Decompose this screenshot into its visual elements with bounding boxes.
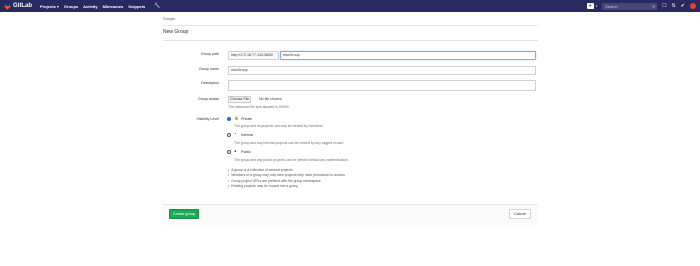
lock-icon: 🔒 (234, 115, 239, 120)
radio-private[interactable] (227, 117, 231, 121)
radio-internal[interactable] (227, 133, 231, 137)
top-navbar: GitLab Projects ▾ Groups Activity Milest… (0, 0, 700, 12)
avatar[interactable] (690, 3, 696, 9)
description-textarea[interactable] (228, 80, 536, 91)
group-path-label: Group path (201, 52, 219, 56)
nav-projects[interactable]: Projects ▾ (40, 4, 59, 9)
gitlab-logo-icon (4, 3, 11, 10)
visibility-internal-title: Internal (241, 133, 253, 137)
visibility-label: Visibility Level (196, 117, 219, 121)
no-file-text: No file chosen (259, 97, 282, 101)
nav-activity[interactable]: Activity (83, 4, 97, 9)
group-path-prefix: http://172.18.77.143:3800/ (228, 51, 279, 60)
nav-groups[interactable]: Groups (64, 4, 78, 9)
description-label: Description (201, 81, 219, 85)
breadcrumb[interactable]: Groups (163, 17, 175, 21)
divider (163, 40, 538, 41)
brand-name: GitLab (13, 3, 32, 9)
merge-request-icon[interactable]: ⇅ (672, 3, 676, 9)
create-group-button[interactable]: Create group (169, 209, 199, 219)
gitlab-logo[interactable]: GitLab (4, 3, 32, 10)
issues-icon[interactable]: ☐ (662, 3, 666, 9)
visibility-public-desc: The group and any public projects can be… (234, 158, 349, 162)
visibility-public-title: Public (241, 150, 251, 154)
divider (163, 25, 538, 26)
nav-milestones[interactable]: Milestones (103, 4, 124, 9)
shield-icon: ◔ (234, 131, 237, 136)
group-notes-list: A group is a collection of several proje… (228, 168, 345, 189)
cancel-button[interactable]: Cancel (509, 209, 531, 219)
list-item: Members of a group may only view project… (228, 173, 345, 178)
admin-wrench-icon[interactable]: 🔧 (154, 3, 160, 9)
search-input[interactable]: Search ⚲ (602, 2, 658, 10)
visibility-private-title: Private (241, 117, 253, 121)
search-icon: ⚲ (652, 3, 656, 9)
choose-file-button[interactable]: Choose File (228, 96, 252, 103)
new-plus-icon[interactable]: + (586, 3, 594, 9)
chevron-down-icon[interactable]: ▾ (596, 4, 598, 8)
group-path-input[interactable]: newGroup (280, 51, 536, 60)
group-name-input[interactable]: newGroup (228, 66, 536, 75)
nav-snippets[interactable]: Snippets (128, 4, 145, 9)
list-item: Existing projects may be moved into a gr… (228, 184, 345, 189)
avatar-label: Group avatar (198, 97, 219, 101)
avatar-help-text: The maximum file size allowed is 200KB. (228, 105, 290, 109)
visibility-internal-desc: The group and any internal projects can … (234, 141, 344, 145)
todo-icon[interactable]: ✔ (681, 3, 685, 9)
group-name-label: Group name (199, 67, 219, 71)
globe-icon: ◕ (234, 148, 237, 153)
visibility-private-desc: The group and its projects can only be v… (234, 124, 324, 128)
page-title: New Group (163, 29, 189, 35)
radio-public[interactable] (227, 150, 231, 154)
form-actions (163, 204, 538, 225)
